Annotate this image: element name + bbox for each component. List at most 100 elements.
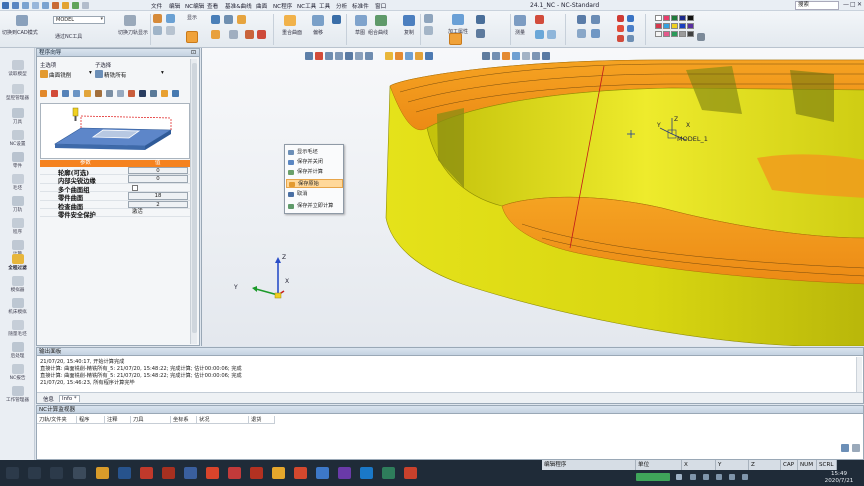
palette-cyan[interactable] [663,23,670,29]
symbol-icon[interactable] [476,15,485,24]
app-red-icon[interactable] [140,467,153,479]
menu-nc-edit[interactable]: NC编辑 [185,2,204,10]
brush-icon[interactable] [697,33,705,41]
main-option-value[interactable]: 曲面铣削 [49,71,71,79]
wizard-folder-icon[interactable] [161,90,168,97]
zoom-window-icon[interactable] [591,15,600,24]
palette-navy[interactable] [679,15,686,21]
undo-icon[interactable] [32,2,39,9]
table-row[interactable]: 内部尖锐边缘 0 [40,175,190,185]
search-taskbar-icon[interactable] [28,467,41,479]
vtool-full-pass[interactable]: 全程过滤 [0,254,35,271]
info-icon[interactable] [229,30,238,39]
zoom-icon[interactable] [577,15,586,24]
wizard-geometry-icon[interactable] [62,90,69,97]
app-autocad-icon[interactable] [250,467,263,479]
palette-emerald[interactable] [671,31,678,37]
vtool-post-processor[interactable]: 后处理 [0,342,35,359]
param-value-field[interactable]: 0 [128,175,188,183]
color-steel-icon[interactable] [627,35,634,42]
vtool-toolpath[interactable]: 刀轨 [0,196,35,213]
network-icon[interactable] [690,474,696,480]
palette-red[interactable] [655,23,662,29]
wizard-stock-icon[interactable] [73,90,80,97]
taskbar-clock[interactable]: 15:49 2020/7/21 [814,471,864,485]
vtool-program[interactable]: 程序 [0,218,35,235]
toolpath-display-icon[interactable] [124,15,136,26]
wizard-entry-icon[interactable] [106,90,113,97]
menu-analysis[interactable]: 分析 [336,2,347,10]
paint-icon[interactable] [449,33,462,45]
search-input[interactable]: 搜索 [795,1,839,10]
param-value-field[interactable]: 0 [128,167,188,175]
color-red-icon[interactable] [617,15,624,22]
menu-window[interactable]: 窗口 [375,2,386,10]
coincident-surface-icon[interactable] [284,15,296,26]
copy-icon[interactable] [403,15,415,26]
column-header[interactable]: 程序 [77,416,105,424]
main-option-dropdown-icon[interactable]: ▾ [89,70,92,76]
vtool-tool[interactable]: 刀具 [0,108,35,125]
open-icon[interactable] [22,2,29,9]
menu-item-cancel[interactable]: 取消 [286,190,343,199]
table-row[interactable]: 零件安全保护 激活 [40,209,190,219]
windows-start-icon[interactable] [6,467,19,479]
volume-icon[interactable] [703,474,709,480]
menu-nc-program[interactable]: NC程序 [273,2,292,10]
explorer-icon[interactable] [96,467,109,479]
combine-curves-icon[interactable] [375,15,387,26]
menu-edit[interactable]: 编辑 [169,2,180,10]
palette-purple[interactable] [687,23,694,29]
scrollbar-thumb[interactable] [192,63,197,333]
hide-icon[interactable] [211,30,220,39]
multi-surface-checkbox[interactable] [132,184,138,191]
more-icon[interactable] [82,2,89,9]
section-icon[interactable] [535,30,544,39]
app-green-icon[interactable] [382,467,395,479]
menu-surface[interactable]: 曲面 [256,2,267,10]
column-header[interactable]: 状况 [197,416,249,424]
table-row[interactable]: 检查曲面 2 [40,200,190,211]
pin-icon[interactable]: ⊡ [191,49,196,56]
measure-icon[interactable] [514,15,526,26]
record-icon[interactable] [245,30,254,39]
palette-gray[interactable] [679,31,686,37]
view-cube-icon[interactable] [547,30,556,39]
menu-view[interactable]: 查看 [207,2,218,10]
close-button[interactable]: ✕ [857,1,862,8]
menu-file[interactable]: 文件 [151,2,162,10]
input-icon[interactable] [729,474,735,480]
app-ppt-icon[interactable] [294,467,307,479]
wizard-help-icon[interactable] [172,90,179,97]
view-front-icon[interactable] [153,14,162,23]
machining-attr-icon[interactable] [452,14,464,25]
vtool-nc-report[interactable]: NC报告 [0,364,35,381]
app-vs-icon[interactable] [338,467,351,479]
color-crimson-icon[interactable] [617,35,624,42]
wizard-save-icon[interactable] [139,90,146,97]
wizard-scrollbar[interactable] [190,59,197,344]
menu-standard-parts[interactable]: 标准件 [352,2,369,10]
cad-mode-icon[interactable] [16,15,28,26]
layer-icon[interactable] [211,15,220,24]
menu-item-save-calc-now[interactable]: 保存并立即计算 [286,202,343,211]
color-orange-icon[interactable] [617,25,624,32]
vtool-nc-setup[interactable]: NC设置 [0,130,35,147]
app-folder-icon[interactable] [272,467,285,479]
app-blue-icon[interactable] [118,467,131,479]
vtool-cavity-manager[interactable]: 型腔管理器 [0,84,35,101]
vtool-parts[interactable]: 零件 [0,152,35,169]
app-crimson-icon[interactable] [162,467,175,479]
help-icon[interactable] [72,2,79,9]
ime-indicator-icon[interactable] [636,473,670,481]
menu-item-show-stock[interactable]: 显示毛坯 [286,148,343,157]
tab-info-en[interactable]: Info * [59,395,80,402]
analysis-icon[interactable] [535,15,544,24]
table-row[interactable]: 零件曲面 18 [40,192,190,202]
vtool-import-model[interactable]: 读取模型 [0,60,35,77]
vtool-stock[interactable]: 毛坯 [0,174,35,191]
vtool-machine-sim[interactable]: 机床模拟 [0,298,35,315]
app-nc-icon[interactable] [184,467,197,479]
app-red2-icon[interactable] [228,467,241,479]
sub-option-value[interactable]: 精铣所有 [104,71,126,79]
